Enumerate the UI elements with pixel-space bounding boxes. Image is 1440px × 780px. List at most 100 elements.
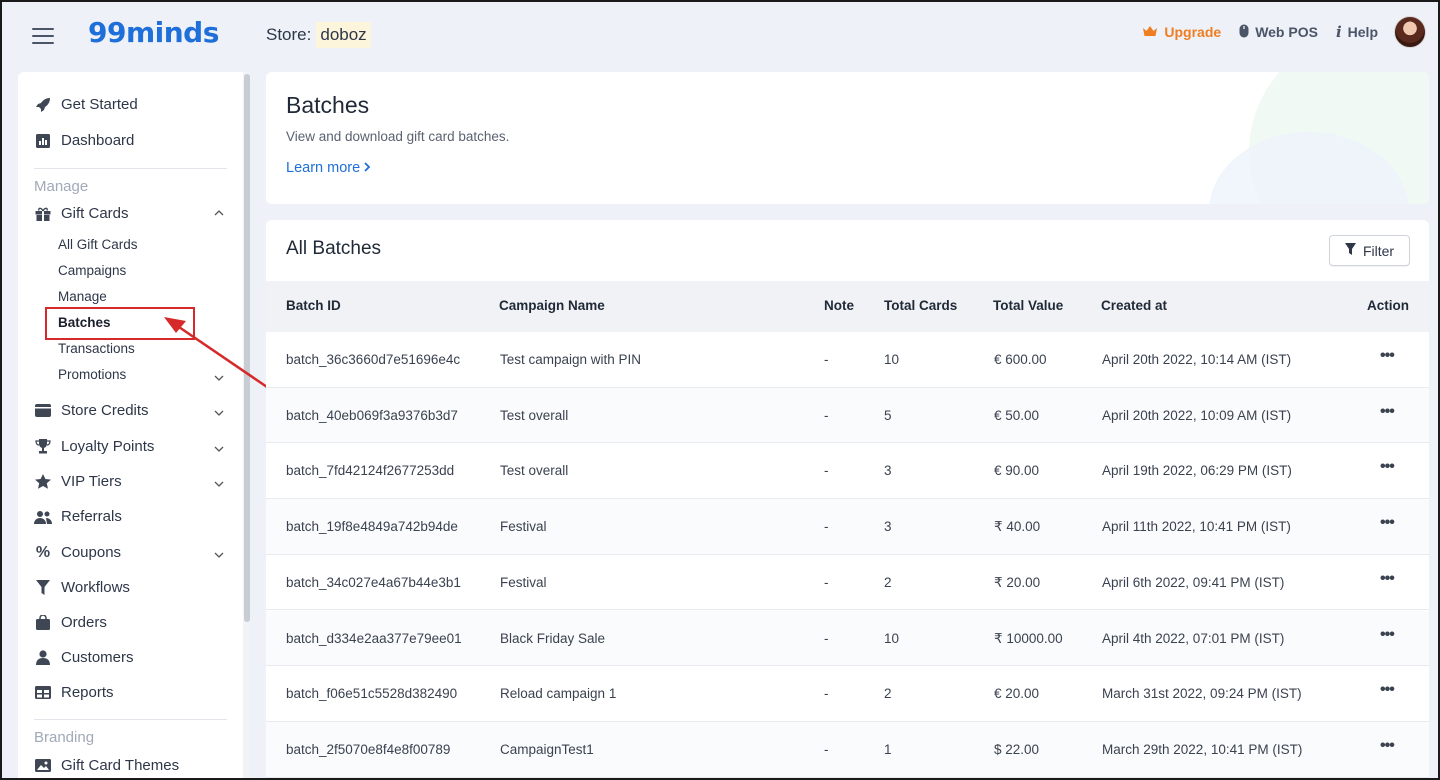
campaign-name-cell: Test campaign with PIN: [500, 352, 642, 367]
more-actions-icon[interactable]: •••: [1380, 514, 1395, 532]
column-header-total-cards[interactable]: Total Cards: [884, 298, 957, 313]
created-at-cell: April 20th 2022, 10:14 AM (IST): [1102, 352, 1292, 367]
sidebar-item-loyalty-points[interactable]: Loyalty Points: [34, 438, 154, 455]
total-cards-cell: 2: [884, 686, 892, 702]
campaign-name-cell: Festival: [500, 519, 547, 535]
note-cell: -: [824, 407, 829, 423]
sidebar-item-referrals[interactable]: Referrals: [34, 508, 122, 525]
sidebar-item-transactions[interactable]: Transactions: [58, 341, 135, 356]
web-pos-label: Web POS: [1255, 24, 1318, 40]
total-value-cell: € 20.00: [994, 686, 1040, 702]
chevron-down-icon[interactable]: [214, 408, 224, 419]
app-logo[interactable]: 99minds: [88, 16, 219, 49]
table-row[interactable]: batch_19f8e4849a742b94de Festival - 3 ₹ …: [266, 499, 1429, 555]
sidebar-divider: [34, 719, 227, 720]
sidebar-item-workflows[interactable]: Workflows: [34, 579, 130, 596]
campaign-name-cell: Reload campaign 1: [500, 686, 617, 702]
sidebar-item-gift-card-themes[interactable]: Gift Card Themes: [34, 757, 179, 774]
table-header: Batch ID Campaign Name Note Total Cards …: [266, 281, 1429, 332]
campaign-name-cell: CampaignTest1: [500, 741, 594, 757]
note-cell: -: [824, 574, 829, 590]
avatar[interactable]: [1394, 16, 1426, 48]
sidebar-item-label: Referrals: [61, 508, 122, 525]
annotation-arrow-icon: [164, 317, 268, 389]
sidebar-item-promotions[interactable]: Promotions: [58, 367, 126, 382]
learn-more-link[interactable]: Learn more: [286, 160, 371, 176]
more-actions-icon[interactable]: •••: [1380, 458, 1395, 476]
sidebar-item-gift-cards[interactable]: Gift Cards: [34, 205, 129, 222]
note-cell: -: [824, 463, 829, 479]
rocket-icon: [34, 97, 52, 113]
column-header-created-at[interactable]: Created at: [1101, 298, 1167, 313]
table-row[interactable]: batch_f06e51c5528d382490 Reload campaign…: [266, 666, 1429, 722]
sidebar-item-store-credits[interactable]: Store Credits: [34, 402, 149, 419]
more-actions-icon[interactable]: •••: [1380, 737, 1395, 755]
campaign-name-cell: Festival: [500, 574, 547, 590]
batch-id-cell: batch_2f5070e8f4e8f00789: [286, 741, 451, 757]
more-actions-icon[interactable]: •••: [1380, 570, 1395, 588]
total-cards-cell: 1: [884, 741, 892, 757]
filter-button[interactable]: Filter: [1329, 235, 1410, 266]
sidebar-item-orders[interactable]: Orders: [34, 614, 107, 631]
column-header-total-value[interactable]: Total Value: [993, 298, 1063, 313]
top-actions: Upgrade Web POS i Help: [1124, 16, 1426, 48]
sidebar-item-label: Get Started: [61, 96, 138, 113]
chevron-up-icon[interactable]: [214, 208, 224, 219]
chart-icon: [34, 133, 52, 149]
sidebar-item-label: Reports: [61, 684, 114, 701]
web-pos-button[interactable]: Web POS: [1239, 24, 1318, 41]
column-header-note[interactable]: Note: [824, 298, 854, 313]
filter-label: Filter: [1362, 242, 1395, 259]
sidebar-item-label: Gift Card Themes: [61, 757, 180, 774]
image-icon: [34, 758, 52, 774]
sidebar-item-manage[interactable]: Manage: [58, 289, 107, 304]
note-cell: -: [824, 741, 829, 757]
sidebar-item-customers[interactable]: Customers: [34, 649, 134, 666]
sidebar-item-label: Customers: [61, 649, 134, 666]
table-row[interactable]: batch_34c027e4a67b44e3b1 Festival - 2 ₹ …: [266, 555, 1429, 611]
table-row[interactable]: batch_d334e2aa377e79ee01 Black Friday Sa…: [266, 610, 1429, 667]
table-icon: [34, 685, 52, 701]
batch-id-cell: batch_19f8e4849a742b94de: [286, 519, 458, 535]
table-row[interactable]: batch_40eb069f3a9376b3d7 Test overall - …: [266, 387, 1429, 444]
store-selector[interactable]: Store: doboz: [266, 22, 371, 48]
help-button[interactable]: i Help: [1336, 23, 1378, 41]
chevron-down-icon[interactable]: [214, 550, 224, 561]
section-label-branding: Branding: [34, 729, 95, 746]
sidebar-item-get-started[interactable]: Get Started: [34, 96, 138, 113]
chevron-down-icon[interactable]: [214, 479, 224, 490]
table-row[interactable]: batch_36c3660d7e51696e4c Test campaign w…: [266, 332, 1429, 388]
sidebar-item-campaigns[interactable]: Campaigns: [58, 263, 126, 278]
percent-icon: %: [35, 543, 51, 561]
shopping-bag-icon: [34, 615, 52, 631]
column-header-batch-id[interactable]: Batch ID: [286, 298, 341, 313]
sidebar-item-label: Gift Cards: [61, 205, 129, 222]
table-row[interactable]: batch_2f5070e8f4e8f00789 CampaignTest1 -…: [266, 721, 1429, 778]
upgrade-button[interactable]: Upgrade: [1142, 24, 1221, 40]
column-header-campaign-name[interactable]: Campaign Name: [499, 298, 605, 313]
more-actions-icon[interactable]: •••: [1380, 681, 1395, 699]
created-at-cell: April 11th 2022, 10:41 PM (IST): [1102, 519, 1291, 535]
more-actions-icon[interactable]: •••: [1380, 403, 1395, 421]
sidebar-item-all-gift-cards[interactable]: All Gift Cards: [58, 237, 138, 252]
mouse-icon: [1239, 24, 1249, 41]
sidebar-item-label: Orders: [61, 614, 107, 631]
sidebar-item-vip-tiers[interactable]: VIP Tiers: [34, 473, 122, 490]
star-icon: [34, 474, 52, 490]
sidebar-item-dashboard[interactable]: Dashboard: [34, 132, 134, 149]
campaign-name-cell: Test overall: [500, 463, 569, 479]
app-window: 99minds Store: doboz Upgrade Web POS i H…: [0, 0, 1440, 780]
sidebar-item-reports[interactable]: Reports: [34, 684, 114, 701]
table-row[interactable]: batch_7fd42124f2677253dd Test overall - …: [266, 443, 1429, 500]
store-name[interactable]: doboz: [316, 22, 371, 48]
chevron-down-icon[interactable]: [214, 444, 224, 455]
total-cards-cell: 3: [884, 519, 892, 535]
users-icon: [34, 509, 52, 525]
more-actions-icon[interactable]: •••: [1380, 347, 1395, 365]
more-actions-icon[interactable]: •••: [1380, 626, 1395, 644]
trophy-icon: [34, 439, 52, 455]
sidebar-item-coupons[interactable]: % Coupons: [34, 543, 121, 562]
total-cards-cell: 5: [884, 407, 892, 423]
menu-icon[interactable]: [32, 28, 54, 44]
total-value-cell: ₹ 10000.00: [994, 630, 1063, 646]
